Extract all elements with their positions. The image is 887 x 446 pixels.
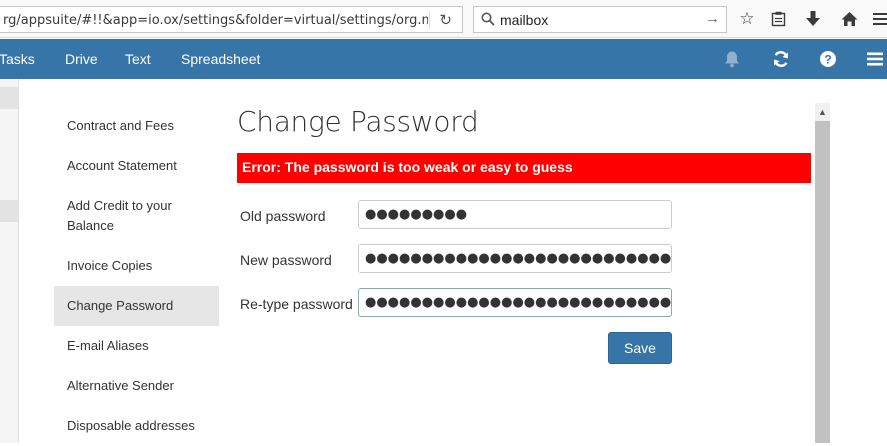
notification-bell-icon[interactable] xyxy=(721,48,743,70)
nav-spreadsheet[interactable]: Spreadsheet xyxy=(181,51,260,67)
scroll-up-icon[interactable]: ▲ xyxy=(818,107,827,117)
home-icon[interactable] xyxy=(838,8,860,30)
refresh-icon[interactable] xyxy=(770,48,792,70)
sidebar-item-change-password[interactable]: Change Password xyxy=(54,286,219,326)
settings-sidebar: Contract and Fees Account Statement Add … xyxy=(54,106,219,446)
retype-password-row: Re-type password ●●●●●●●●●●●●●●●●●●●●●●●… xyxy=(240,288,680,318)
folder-item[interactable] xyxy=(0,87,19,109)
reading-list-icon[interactable] xyxy=(767,8,789,30)
save-button[interactable]: Save xyxy=(608,332,672,364)
retype-password-field[interactable]: ●●●●●●●●●●●●●●●●●●●●●●●●●●●●●● xyxy=(358,288,672,317)
sidebar-item-label: Change Password xyxy=(67,298,174,313)
folder-pane xyxy=(0,79,19,443)
reload-icon[interactable]: ↻ xyxy=(439,11,452,29)
sidebar-item-disposable-addresses[interactable]: Disposable addresses xyxy=(54,406,219,446)
sidebar-item-label: E-mail Aliases xyxy=(67,338,149,353)
sidebar-item-account-statement[interactable]: Account Statement xyxy=(54,146,219,186)
old-password-row: Old password ●●●●●●●●● xyxy=(240,200,680,230)
nav-tasks[interactable]: Tasks xyxy=(0,51,35,67)
folder-item[interactable] xyxy=(0,200,19,222)
sidebar-item-label: Invoice Copies xyxy=(67,258,153,273)
app-topbar: Tasks Drive Text Spreadsheet ? xyxy=(0,39,887,79)
help-icon[interactable]: ? xyxy=(817,48,839,70)
search-input[interactable]: mailbox xyxy=(500,12,548,28)
sidebar-item-alternative-sender[interactable]: Alternative Sender xyxy=(54,366,219,406)
sidebar-item-email-aliases[interactable]: E-mail Aliases xyxy=(54,326,219,366)
sidebar-item-label: Add Credit to your Balance xyxy=(67,198,172,233)
search-go-icon[interactable]: → xyxy=(705,10,720,27)
sidebar-item-label: Disposable addresses xyxy=(67,418,195,433)
scrollbar-thumb[interactable] xyxy=(815,121,830,443)
url-bar[interactable]: rg/appsuite/#!!&app=io.ox/settings&folde… xyxy=(0,6,463,33)
sidebar-item-label: Alternative Sender xyxy=(67,378,174,393)
url-text[interactable]: rg/appsuite/#!!&app=io.ox/settings&folde… xyxy=(3,13,428,28)
new-password-label: New password xyxy=(240,252,332,268)
new-password-field[interactable]: ●●●●●●●●●●●●●●●●●●●●●●●●●●●●●● xyxy=(358,244,672,273)
error-banner: Error: The password is too weak or easy … xyxy=(237,153,811,183)
sidebar-item-label: Contract and Fees xyxy=(67,118,174,133)
old-password-field[interactable]: ●●●●●●●●● xyxy=(358,200,672,229)
url-separator xyxy=(429,11,430,29)
sidebar-item-contract-and-fees[interactable]: Contract and Fees xyxy=(54,106,219,146)
bookmark-star-icon[interactable]: ☆ xyxy=(736,8,758,30)
nav-text[interactable]: Text xyxy=(125,51,151,67)
svg-text:?: ? xyxy=(824,53,831,67)
nav-drive[interactable]: Drive xyxy=(65,51,98,67)
sidebar-item-add-credit[interactable]: Add Credit to your Balance xyxy=(54,186,219,246)
search-bar[interactable]: mailbox → xyxy=(473,6,727,33)
page-title: Change Password xyxy=(237,105,479,138)
old-password-label: Old password xyxy=(240,208,326,224)
sidebar-item-label: Account Statement xyxy=(67,158,177,173)
search-icon xyxy=(481,12,495,26)
browser-toolbar: rg/appsuite/#!!&app=io.ox/settings&folde… xyxy=(0,0,887,38)
change-password-panel: Change Password Error: The password is t… xyxy=(237,105,812,364)
scrollbar[interactable]: ▲ xyxy=(815,103,830,443)
menu-icon[interactable] xyxy=(864,48,886,70)
retype-password-label: Re-type password xyxy=(240,296,353,312)
download-icon[interactable] xyxy=(802,8,824,30)
sidebar-item-invoice-copies[interactable]: Invoice Copies xyxy=(54,246,219,286)
new-password-row: New password ●●●●●●●●●●●●●●●●●●●●●●●●●●●… xyxy=(240,244,680,274)
overflow-icon[interactable] xyxy=(869,8,887,30)
